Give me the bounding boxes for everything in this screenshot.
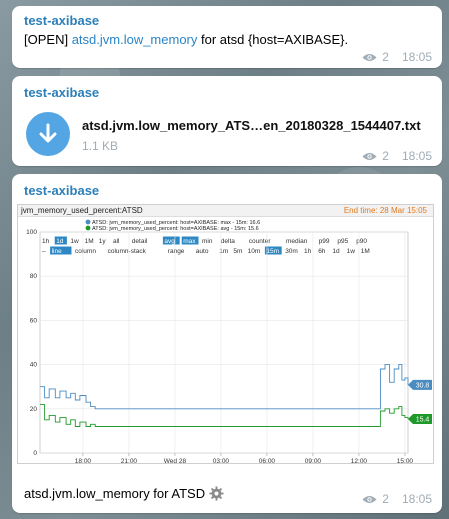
end-time: End time: 28 Mar 15:05 (343, 206, 427, 215)
last-value-label: 30.8 (416, 382, 430, 389)
file-name[interactable]: atsd.jvm.low_memory_ATS…en_20180328_1544… (82, 118, 421, 133)
chart-header: jvm_memory_used_percent:ATSD End time: 2… (18, 205, 433, 217)
toolbar-option: median (286, 238, 308, 245)
plot-frame (39, 231, 409, 454)
toolbar-option: 1d (56, 238, 64, 245)
x-tick-label: 06:00 (259, 458, 276, 464)
message-meta: 2 18:05 (362, 50, 432, 64)
eye-icon (362, 53, 377, 61)
view-count: 2 (382, 149, 389, 163)
download-arrow-icon (39, 123, 57, 143)
sender-name[interactable]: test-axibase (24, 183, 99, 198)
x-tick-label: 09:00 (305, 458, 322, 464)
y-tick-label: 100 (26, 229, 37, 236)
legend-entry: ATSD: jvm_memory_used_percent: host=AXIB… (92, 226, 259, 232)
toolbar-option: column-stack (108, 248, 147, 255)
gear-icon (209, 486, 224, 501)
toolbar-option: 1w (347, 248, 356, 255)
eye-icon (362, 152, 377, 160)
x-tick-label: 03:00 (213, 458, 230, 464)
toolbar-option: 1M (85, 238, 94, 245)
toolbar-option: detail (132, 238, 148, 245)
message-time: 18:05 (401, 149, 432, 163)
y-tick-label: 20 (30, 406, 38, 413)
y-tick-label: 40 (30, 362, 38, 369)
chart-plot: ATSD: jvm_memory_used_percent: host=AXIB… (26, 219, 432, 464)
toolbar-option: 1d (332, 248, 340, 255)
message-file: test-axibase atsd.jvm.low_memory_ATS…en_… (12, 76, 442, 166)
toolbar-option: 15m (266, 248, 279, 255)
toolbar-option: min (202, 238, 213, 245)
eye-icon (362, 495, 377, 503)
toolbar-option: p95 (337, 238, 348, 245)
x-tick-label: Wed 28 (164, 458, 187, 464)
toolbar-option: 30m (285, 248, 298, 255)
message-prefix: [OPEN] (24, 32, 72, 47)
view-count: 2 (382, 50, 389, 64)
chart-title: jvm_memory_used_percent:ATSD (21, 206, 143, 215)
message-text: [OPEN] atsd.jvm.low_memory for atsd {hos… (24, 32, 348, 47)
last-value-label: 15.4 (416, 416, 430, 423)
toolbar-option: 1y (99, 238, 107, 245)
sender-name[interactable]: test-axibase (24, 13, 99, 28)
message-meta: 2 18:05 (362, 492, 432, 506)
toolbar-option: range (168, 248, 185, 255)
toolbar-option: 1M (361, 248, 370, 255)
y-tick-label: 0 (33, 450, 37, 457)
caption-text: atsd.jvm.low_memory for ATSD (24, 486, 206, 501)
toolbar-option: 1m (219, 248, 228, 255)
series-line (40, 364, 409, 410)
toolbar-option: all (113, 238, 120, 245)
metric-link[interactable]: atsd.jvm.low_memory (72, 32, 198, 47)
message-meta: 2 18:05 (362, 149, 432, 163)
chart-image[interactable]: jvm_memory_used_percent:ATSD End time: 2… (17, 204, 434, 464)
message-alert: test-axibase [OPEN] atsd.jvm.low_memory … (12, 6, 442, 68)
download-button[interactable] (26, 112, 70, 156)
x-tick-label: 12:00 (351, 458, 368, 464)
y-tick-label: 60 (30, 317, 38, 324)
toolbar-option: column (75, 248, 96, 255)
toolbar-option: auto (196, 248, 209, 255)
message-time: 18:05 (401, 50, 432, 64)
legend-swatch (85, 225, 91, 231)
toolbar-option: 1h (42, 238, 50, 245)
message-chart: test-axibase jvm_memory_used_percent:ATS… (12, 174, 442, 513)
toolbar-option: 6h (318, 248, 326, 255)
toolbar-option: avg (164, 238, 175, 245)
toolbar-option: 1w (70, 238, 79, 245)
y-tick-label: 80 (30, 273, 38, 280)
x-tick-label: 18:00 (75, 458, 92, 464)
toolbar-option: 1h (304, 248, 312, 255)
toolbar-option: 10m (248, 248, 261, 255)
legend-swatch (85, 219, 91, 225)
message-time: 18:05 (401, 492, 432, 506)
message-suffix: for atsd {host=AXIBASE}. (197, 32, 349, 47)
toolbar-option: delta (221, 238, 235, 245)
message-caption: atsd.jvm.low_memory for ATSD (24, 486, 224, 501)
toolbar-option: – (42, 248, 46, 255)
toolbar-option: max (183, 238, 196, 245)
sender-name[interactable]: test-axibase (24, 85, 99, 100)
x-tick-label: 15:00 (397, 458, 414, 464)
view-count: 2 (382, 492, 389, 506)
toolbar-option: p99 (319, 238, 330, 245)
toolbar-option: counter (249, 238, 272, 245)
toolbar-option: p90 (356, 238, 367, 245)
x-tick-label: 21:00 (121, 458, 138, 464)
toolbar-option: line (52, 248, 63, 255)
file-size: 1.1 KB (82, 139, 119, 153)
toolbar-option: 5m (233, 248, 242, 255)
